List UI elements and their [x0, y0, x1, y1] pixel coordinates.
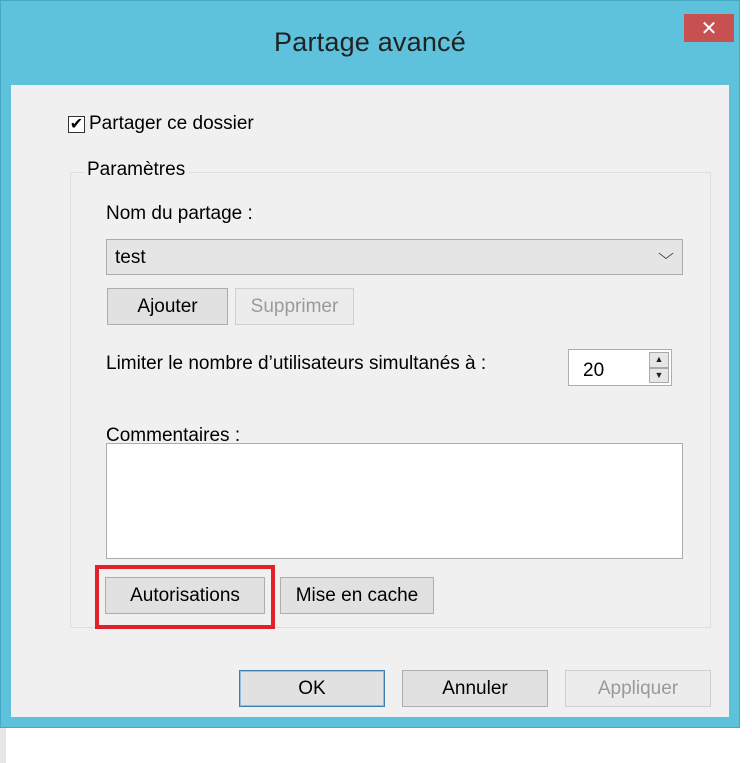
- ok-button-label: OK: [298, 677, 326, 699]
- share-name-value: test: [115, 247, 146, 268]
- dialog-window: Partage avancé ✕ ✔ Partager ce dossier P…: [0, 0, 740, 728]
- close-button[interactable]: ✕: [684, 14, 734, 42]
- background-edge: [0, 728, 6, 763]
- apply-button-label: Appliquer: [597, 677, 679, 699]
- dialog-title: Partage avancé: [274, 27, 466, 57]
- checkmark-icon: ✔: [69, 115, 84, 133]
- ok-button[interactable]: OK: [239, 670, 385, 707]
- add-button-label: Ajouter: [137, 295, 198, 317]
- remove-button[interactable]: Supprimer: [235, 288, 354, 325]
- cancel-button[interactable]: Annuler: [402, 670, 548, 707]
- spin-up-icon[interactable]: ▲: [649, 352, 669, 368]
- user-limit-spinbox[interactable]: 20 ▲ ▼: [568, 349, 672, 386]
- share-folder-option[interactable]: ✔ Partager ce dossier: [68, 113, 254, 135]
- title-bar[interactable]: Partage avancé ✕: [1, 1, 739, 85]
- add-button[interactable]: Ajouter: [107, 288, 228, 325]
- caching-button[interactable]: Mise en cache: [280, 577, 434, 614]
- settings-legend: Paramètres: [83, 159, 190, 181]
- apply-button[interactable]: Appliquer: [565, 670, 711, 707]
- share-folder-label: Partager ce dossier: [89, 113, 254, 134]
- highlight-box: [95, 565, 275, 629]
- user-limit-value: 20: [583, 360, 605, 381]
- comments-textarea[interactable]: [106, 443, 683, 559]
- share-name-combobox[interactable]: test ⌵: [106, 239, 683, 275]
- spin-down-icon[interactable]: ▼: [649, 367, 669, 383]
- dialog-content: ✔ Partager ce dossier Paramètres Nom du …: [11, 85, 729, 717]
- caching-button-label: Mise en cache: [295, 584, 419, 606]
- user-limit-label: Limiter le nombre d’utilisateurs simulta…: [106, 353, 487, 374]
- cancel-button-label: Annuler: [442, 677, 508, 699]
- close-icon: ✕: [700, 17, 718, 40]
- remove-button-label: Supprimer: [250, 295, 339, 317]
- background-strip: [0, 728, 752, 763]
- chevron-down-icon[interactable]: ⌵: [658, 246, 674, 264]
- share-name-label: Nom du partage :: [106, 203, 253, 224]
- share-folder-checkbox[interactable]: ✔: [68, 115, 85, 133]
